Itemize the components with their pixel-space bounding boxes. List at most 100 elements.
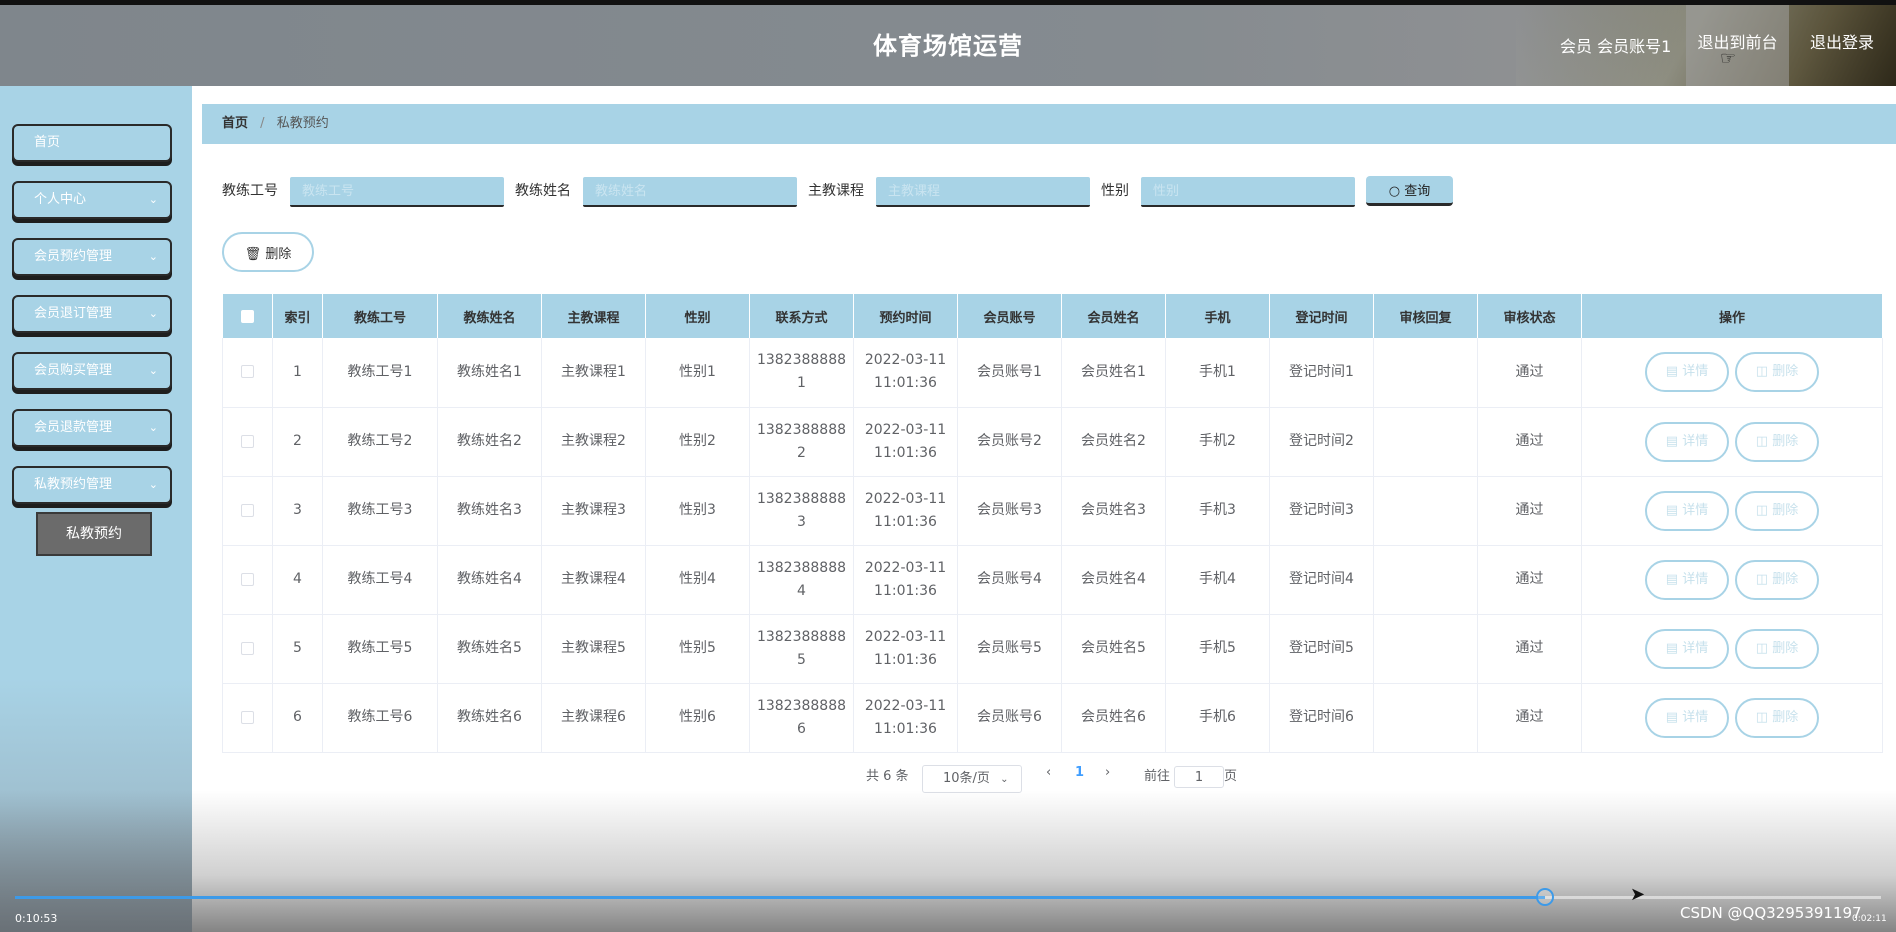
cell-mobile: 手机4 xyxy=(1165,545,1270,615)
gender-input[interactable] xyxy=(1141,177,1355,207)
row-checkbox[interactable] xyxy=(241,365,254,379)
contact-line-1: 1382388888 xyxy=(756,421,847,438)
breadcrumb-home[interactable]: 首页 xyxy=(222,116,248,131)
row-delete-button[interactable]: ◫ 删除 xyxy=(1735,490,1819,531)
progress-handle[interactable] xyxy=(1536,888,1554,906)
column-header: 教练姓名 xyxy=(437,294,542,338)
sidebar-item-member-unsubscribe[interactable]: 会员退订管理 ⌄ xyxy=(12,295,172,333)
cell-contact: 1382388888 1 xyxy=(749,338,854,408)
row-delete-label: 删除 xyxy=(1772,364,1799,380)
cell-member-name: 会员姓名5 xyxy=(1061,614,1166,684)
coach-name-input[interactable] xyxy=(583,177,797,207)
detail-button[interactable]: ▤ 详情 xyxy=(1645,559,1729,600)
row-checkbox[interactable] xyxy=(241,641,254,655)
document-icon: ▤ xyxy=(1665,571,1679,587)
sidebar-item-label: 首页 xyxy=(34,135,61,150)
detail-button[interactable]: ▤ 详情 xyxy=(1645,697,1729,738)
detail-button[interactable]: ▤ 详情 xyxy=(1645,490,1729,531)
cell-member-account: 会员账号5 xyxy=(957,614,1062,684)
booking-clock: 11:01:36 xyxy=(874,582,937,599)
row-delete-button[interactable]: ◫ 删除 xyxy=(1735,421,1819,462)
sidebar-item-label: 会员退订管理 xyxy=(34,306,113,321)
cell-gender: 性别5 xyxy=(645,614,750,684)
row-select-cell[interactable] xyxy=(222,338,273,408)
course-input[interactable] xyxy=(876,177,1090,207)
cell-coach-no: 教练工号5 xyxy=(322,614,438,684)
next-page-button[interactable]: › xyxy=(1105,765,1110,780)
cell-coach-no: 教练工号2 xyxy=(322,407,438,477)
prev-page-button[interactable]: ‹ xyxy=(1046,765,1051,780)
detail-button[interactable]: ▤ 详情 xyxy=(1645,352,1729,393)
contact-line-1: 1382388888 xyxy=(756,490,847,507)
data-table: 索引 教练工号 教练姓名 主教课程 性别 联系方式 预约时间 会员账号 会员姓名… xyxy=(222,294,1883,753)
table-header-row: 索引 教练工号 教练姓名 主教课程 性别 联系方式 预约时间 会员账号 会员姓名… xyxy=(222,294,1883,338)
sidebar-subitem-private-booking[interactable]: 私教预约 xyxy=(36,512,152,556)
sidebar-item-label: 个人中心 xyxy=(34,192,87,207)
cell-review-reply xyxy=(1373,614,1478,684)
cell-actions: ▤ 详情 ◫ 删除 xyxy=(1581,338,1883,408)
column-header: 索引 xyxy=(272,294,323,338)
cell-course: 主教课程6 xyxy=(541,683,646,753)
document-icon: ▤ xyxy=(1665,640,1679,656)
coach-no-input[interactable] xyxy=(290,177,504,207)
contact-line-2: 2 xyxy=(797,444,806,461)
page-size-select[interactable]: 10条/页 ⌄ xyxy=(922,765,1022,793)
cell-mobile: 手机5 xyxy=(1165,614,1270,684)
row-checkbox[interactable] xyxy=(241,503,254,517)
row-checkbox[interactable] xyxy=(241,434,254,448)
detail-button-label: 详情 xyxy=(1682,433,1709,449)
cell-register-time: 登记时间3 xyxy=(1269,476,1374,546)
contact-line-2: 3 xyxy=(797,513,806,530)
sidebar-item-home[interactable]: 首页 xyxy=(12,124,172,162)
sidebar-item-personal-center[interactable]: 个人中心 ⌄ xyxy=(12,181,172,219)
row-checkbox[interactable] xyxy=(241,572,254,586)
cell-review-status: 通过 xyxy=(1477,476,1582,546)
trash-icon: 🗑 xyxy=(244,246,262,262)
row-select-cell[interactable] xyxy=(222,407,273,477)
cell-coach-name: 教练姓名1 xyxy=(437,338,542,408)
row-delete-button[interactable]: ◫ 删除 xyxy=(1735,559,1819,600)
cell-member-name: 会员姓名1 xyxy=(1061,338,1166,408)
page-number-current[interactable]: 1 xyxy=(1075,765,1084,780)
exit-to-frontend-button[interactable]: 退出到前台 xyxy=(1686,5,1789,86)
cell-member-name: 会员姓名6 xyxy=(1061,683,1166,753)
sidebar-item-member-purchase[interactable]: 会员购买管理 ⌄ xyxy=(12,352,172,390)
row-select-cell[interactable] xyxy=(222,683,273,753)
row-select-cell[interactable] xyxy=(222,476,273,546)
cell-member-account: 会员账号3 xyxy=(957,476,1062,546)
detail-button[interactable]: ▤ 详情 xyxy=(1645,421,1729,462)
row-delete-button[interactable]: ◫ 删除 xyxy=(1735,697,1819,738)
goto-page-input[interactable] xyxy=(1174,766,1224,788)
trash-icon: ◫ xyxy=(1755,364,1769,380)
row-select-cell[interactable] xyxy=(222,614,273,684)
goto-suffix: 页 xyxy=(1224,769,1238,784)
query-button-label: 查询 xyxy=(1404,184,1431,199)
row-delete-button[interactable]: ◫ 删除 xyxy=(1735,628,1819,669)
row-checkbox[interactable] xyxy=(241,710,254,724)
batch-delete-button[interactable]: 🗑 删除 xyxy=(222,232,314,272)
logout-button[interactable]: 退出登录 xyxy=(1792,5,1892,86)
chevron-down-icon: ⌄ xyxy=(1000,774,1009,785)
sidebar-item-private-coach[interactable]: 私教预约管理 ⌄ xyxy=(12,466,172,504)
contact-line-1: 1382388888 xyxy=(756,628,847,645)
row-select-cell[interactable] xyxy=(222,545,273,615)
row-delete-button[interactable]: ◫ 删除 xyxy=(1735,352,1819,393)
column-header: 操作 xyxy=(1581,294,1883,338)
detail-button[interactable]: ▤ 详情 xyxy=(1645,628,1729,669)
sidebar-item-member-booking[interactable]: 会员预约管理 ⌄ xyxy=(12,238,172,276)
detail-button-label: 详情 xyxy=(1682,640,1709,656)
select-all-cell[interactable] xyxy=(222,294,273,338)
detail-button-label: 详情 xyxy=(1682,364,1709,380)
watermark: CSDN @QQ3295391197 xyxy=(1680,904,1862,922)
column-header: 登记时间 xyxy=(1269,294,1374,338)
search-label-gender: 性别 xyxy=(1101,183,1129,199)
detail-button-label: 详情 xyxy=(1682,502,1709,518)
query-button[interactable]: ○ 查询 xyxy=(1366,176,1453,206)
pagination-total: 共 6 条 xyxy=(866,769,909,784)
select-all-checkbox[interactable] xyxy=(240,309,254,323)
booking-date: 2022-03-11 xyxy=(864,697,947,714)
cell-member-account: 会员账号2 xyxy=(957,407,1062,477)
progress-fill xyxy=(15,896,1545,899)
search-icon: ○ xyxy=(1388,184,1401,199)
sidebar-item-member-refund[interactable]: 会员退款管理 ⌄ xyxy=(12,409,172,447)
